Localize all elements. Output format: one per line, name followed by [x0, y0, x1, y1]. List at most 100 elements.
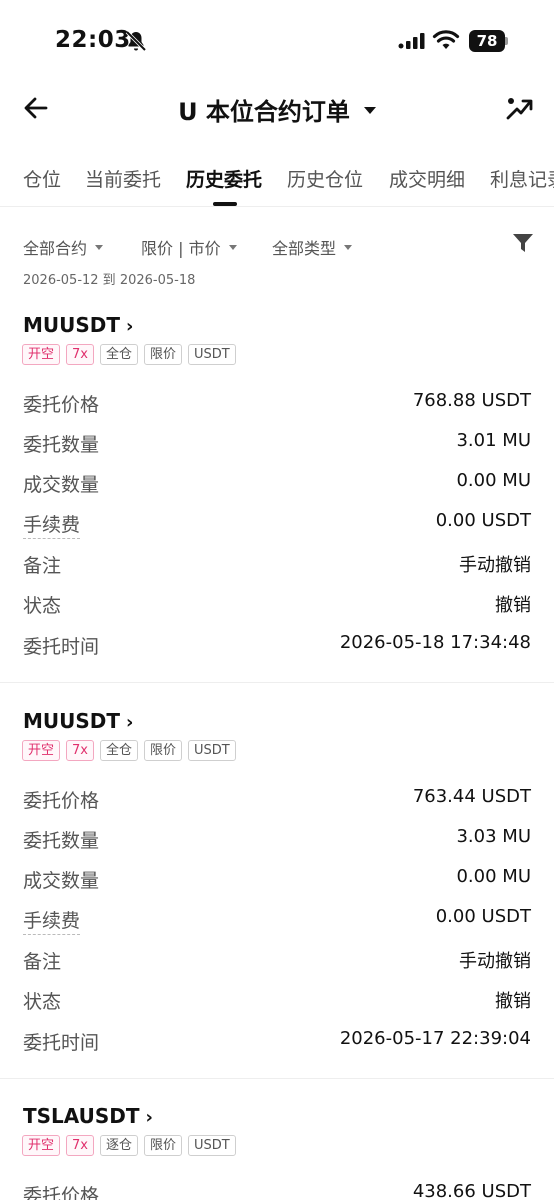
tag-currency: USDT: [188, 740, 236, 761]
row-value: 撤销: [495, 991, 531, 1012]
row-value: 438.66 USDT: [412, 1181, 531, 1200]
row-label: 状态: [23, 595, 62, 617]
order-symbol-link[interactable]: MUUSDT ›: [23, 709, 133, 733]
row-value: 0.00 USDT: [435, 510, 531, 531]
chevron-right-icon: ›: [145, 1107, 153, 1128]
order-tags: 开空 7x 逐仓 限价 USDT: [22, 1135, 236, 1157]
remark-row: 备注 手动撤销: [23, 947, 531, 977]
tag-order-type: 限价: [144, 344, 183, 365]
status-row: 状态 撤销: [23, 591, 531, 621]
tab-interest-records[interactable]: 利息记录: [490, 165, 554, 192]
tag-order-type: 限价: [144, 740, 183, 761]
order-symbol: MUUSDT: [23, 313, 121, 337]
row-value: 2026-05-17 22:39:04: [339, 1028, 531, 1049]
row-label: 状态: [23, 991, 62, 1013]
cellular-signal-icon: [398, 33, 425, 49]
filter-category[interactable]: 全部类型: [272, 235, 353, 259]
tag-leverage: 7x: [66, 1135, 94, 1156]
order-card[interactable]: MUUSDT › 开空 7x 全仓 限价 USDT 委托价格 768.88 USDT…: [0, 313, 554, 683]
row-label: 委托数量: [23, 830, 100, 852]
order-symbol-link[interactable]: MUUSDT ›: [23, 313, 133, 337]
tag-leverage: 7x: [66, 740, 94, 761]
row-label[interactable]: 手续费: [23, 906, 81, 935]
tag-margin-mode: 逐仓: [99, 1135, 138, 1156]
row-label: 成交数量: [23, 474, 100, 496]
tag-leverage: 7x: [66, 344, 94, 365]
tab-trade-history[interactable]: 成交明细: [389, 165, 465, 192]
tag-currency: USDT: [188, 1135, 236, 1156]
caret-down-icon: [95, 245, 104, 250]
row-label: 委托价格: [23, 1185, 100, 1200]
battery-level: 78: [469, 30, 505, 52]
row-label: 委托数量: [23, 434, 100, 456]
status-time: 22:03: [55, 27, 131, 53]
chevron-right-icon: ›: [126, 316, 134, 337]
tab-positions[interactable]: 仓位: [23, 165, 61, 192]
row-label[interactable]: 手续费: [23, 510, 81, 539]
order-tags: 开空 7x 全仓 限价 USDT: [22, 740, 236, 762]
tab-open-orders[interactable]: 当前委托: [85, 165, 161, 192]
row-value: 3.03 MU: [456, 826, 531, 847]
funnel-filter-icon[interactable]: [512, 232, 534, 254]
fee-row: 手续费 0.00 USDT: [23, 906, 531, 936]
bell-muted-icon: [125, 30, 147, 52]
status-row: 状态 撤销: [23, 987, 531, 1017]
row-value: 撤销: [495, 595, 531, 616]
row-value: 手动撤销: [459, 555, 531, 576]
order-symbol-link[interactable]: TSLAUSDT ›: [23, 1104, 153, 1128]
row-value: 763.44 USDT: [412, 786, 531, 807]
status-bar: 22:03 78: [0, 0, 554, 80]
order-card[interactable]: TSLAUSDT › 开空 7x 逐仓 限价 USDT 委托价格 438.66 US…: [0, 1104, 554, 1200]
filter-order-type-label: 限价 | 市价: [141, 239, 221, 258]
order-symbol: MUUSDT: [23, 709, 121, 733]
row-value: 2026-05-18 17:34:48: [339, 632, 531, 653]
row-label: 委托时间: [23, 1032, 100, 1054]
filter-order-type[interactable]: 限价 | 市价: [141, 235, 237, 259]
filled-quantity-row: 成交数量 0.00 MU: [23, 866, 531, 896]
tab-order-history[interactable]: 历史委托: [186, 165, 262, 192]
divider: [0, 682, 554, 683]
caret-down-icon: [344, 245, 353, 250]
tag-margin-mode: 全仓: [99, 344, 138, 365]
order-quantity-row: 委托数量 3.01 MU: [23, 430, 531, 460]
wifi-icon: [432, 30, 460, 49]
row-value: 3.01 MU: [456, 430, 531, 451]
order-price-row: 委托价格 438.66 USDT: [23, 1181, 531, 1200]
row-value: 0.00 MU: [456, 866, 531, 887]
tag-margin-mode: 全仓: [99, 740, 138, 761]
tab-position-history[interactable]: 历史仓位: [287, 165, 363, 192]
order-tabs: 仓位 当前委托 历史委托 历史仓位 成交明细 利息记录: [0, 160, 554, 206]
tag-order-type: 限价: [144, 1135, 183, 1156]
row-label: 委托价格: [23, 394, 100, 416]
share-icon[interactable]: [505, 94, 533, 122]
tag-side: 开空: [22, 740, 61, 761]
remark-row: 备注 手动撤销: [23, 551, 531, 581]
chevron-right-icon: ›: [126, 712, 134, 733]
filled-quantity-row: 成交数量 0.00 MU: [23, 470, 531, 500]
filter-contract[interactable]: 全部合约: [23, 235, 104, 259]
fee-row: 手续费 0.00 USDT: [23, 510, 531, 540]
tag-currency: USDT: [188, 344, 236, 365]
filter-category-label: 全部类型: [272, 239, 337, 258]
caret-down-icon: [363, 106, 376, 114]
divider: [0, 206, 554, 207]
page-title-dropdown[interactable]: U 本位合约订单: [0, 92, 554, 127]
divider: [0, 1078, 554, 1079]
order-card[interactable]: MUUSDT › 开空 7x 全仓 限价 USDT 委托价格 763.44 USDT…: [0, 709, 554, 1079]
row-value: 0.00 MU: [456, 470, 531, 491]
caret-down-icon: [228, 245, 237, 250]
row-value: 0.00 USDT: [435, 906, 531, 927]
filter-contract-label: 全部合约: [23, 239, 88, 258]
order-time-row: 委托时间 2026-05-17 22:39:04: [23, 1028, 531, 1058]
row-label: 备注: [23, 555, 62, 577]
row-label: 委托价格: [23, 790, 100, 812]
order-quantity-row: 委托数量 3.03 MU: [23, 826, 531, 856]
header: U 本位合约订单: [0, 80, 554, 140]
order-tags: 开空 7x 全仓 限价 USDT: [22, 344, 236, 366]
row-label: 委托时间: [23, 636, 100, 658]
order-time-row: 委托时间 2026-05-18 17:34:48: [23, 632, 531, 662]
order-symbol: TSLAUSDT: [23, 1104, 140, 1128]
order-price-row: 委托价格 768.88 USDT: [23, 390, 531, 420]
battery-tip: [505, 37, 508, 45]
row-value: 手动撤销: [459, 951, 531, 972]
